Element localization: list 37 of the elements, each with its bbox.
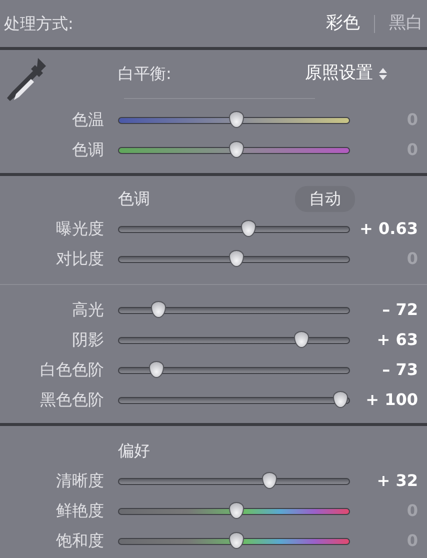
treatment-option[interactable]: 彩色 (326, 10, 360, 36)
slider-thumb[interactable] (229, 110, 244, 128)
slider-value: – 72 (381, 299, 418, 321)
auto-button[interactable]: 自动 (295, 186, 355, 212)
slider-value: + 0.63 (358, 218, 418, 240)
slider-thumb[interactable] (151, 300, 166, 318)
slider-label: 曝光度 (55, 218, 104, 240)
balance-label: 白平衡: (118, 63, 172, 85)
slider-value: + 63 (376, 329, 418, 351)
slider-thumb[interactable] (229, 250, 244, 266)
slider-label: 鲜艳度 (55, 500, 104, 522)
slider-label: 对比度 (55, 248, 104, 270)
slider-label: 饱和度 (55, 530, 104, 552)
slider-label: 高光 (71, 299, 104, 321)
slider-thumb[interactable] (294, 330, 309, 348)
slider-label: 阴影 (71, 329, 104, 351)
slider-label: 色温 (71, 109, 104, 131)
slider-label: 白色色阶 (39, 359, 104, 381)
slider-thumb[interactable] (262, 472, 276, 488)
slider-value: – 73 (381, 359, 418, 381)
slider-thumb[interactable] (229, 502, 244, 518)
treatment-option[interactable]: 黑白 (389, 10, 423, 36)
slider-thumb[interactable] (332, 390, 348, 408)
slider-thumb[interactable] (229, 140, 244, 158)
slider-thumb[interactable] (229, 532, 244, 548)
updown-caret-icon (379, 68, 387, 80)
preset-dropdown[interactable]: 原照设置 (305, 61, 387, 87)
slider-thumb[interactable] (148, 360, 164, 378)
slider-label: 清晰度 (55, 470, 104, 492)
section-title: 偏好 (118, 440, 150, 462)
slider-label: 黑色色阶 (39, 389, 104, 411)
slider-value: + 32 (376, 470, 418, 492)
slider-value: + 100 (364, 389, 418, 411)
slider-thumb[interactable] (240, 220, 256, 236)
treatment-label: 处理方式: (4, 12, 74, 34)
slider-label: 色调 (71, 139, 104, 161)
section-title: 色调 (118, 188, 150, 210)
